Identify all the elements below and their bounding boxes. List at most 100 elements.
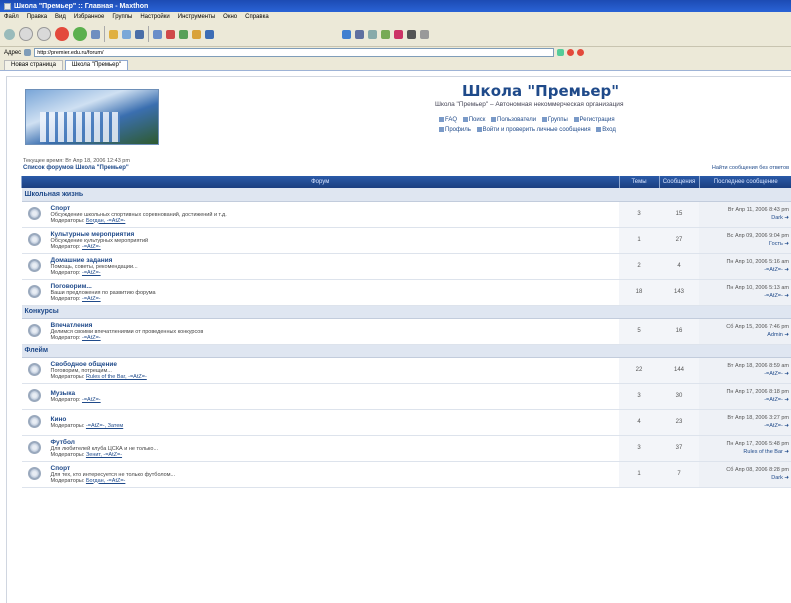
tab-school-premier[interactable]: Школа "Премьер" [64,60,128,70]
url-input[interactable]: http://premier.edu.ru/forum/ [34,48,555,57]
stop-icon[interactable] [55,27,69,41]
menu-file[interactable]: Файл [4,14,19,20]
goto-last-post-icon[interactable]: ➜ [784,293,789,299]
last-post-date: Пн Апр 17, 2006 8:18 pm [726,389,789,395]
color-icon[interactable] [394,29,403,39]
moderator-links[interactable]: -=AtZ=- [82,244,101,250]
forum-title-link[interactable]: Домашние задания [51,257,620,264]
moderator-links[interactable]: Богдан, -=AtZ=- [86,218,125,224]
moderator-links[interactable]: Rules of the Bar, -=AtZ=- [86,374,147,380]
last-post-user[interactable]: -=AtZ=- [764,267,783,273]
last-post-user[interactable]: Admin [767,332,783,338]
forum-folder-icon [28,284,41,298]
nav-members[interactable]: Пользователи [491,116,536,123]
category-row[interactable]: Флейм [21,344,791,358]
split-icon[interactable] [342,29,351,39]
menu-window[interactable]: Окно [223,14,237,20]
moderator-links[interactable]: -=AtZ=-, Затем [86,423,123,429]
last-post-user[interactable]: Rules of the Bar [743,449,782,455]
skin-icon[interactable] [166,29,175,39]
goto-last-post-icon[interactable]: ➜ [784,241,789,247]
search-engine-icon[interactable] [577,49,585,56]
options-icon[interactable] [420,29,429,39]
last-post-cell: Сб Апр 08, 2006 8:28 pm Dark ➜ [699,461,791,488]
forum-folder-icon [28,388,41,402]
menu-view[interactable]: Вид [55,14,66,20]
moderator-links[interactable]: -=AtZ=- [82,296,101,302]
tools-icon[interactable] [192,29,201,39]
back-icon[interactable] [19,27,33,41]
home-icon[interactable] [91,29,100,39]
favorites-icon[interactable] [109,29,118,39]
group-icon[interactable] [179,29,188,39]
menu-help[interactable]: Справка [245,14,269,20]
posts-count: 37 [659,435,699,462]
nav-groups[interactable]: Группы [541,116,568,123]
last-post-user[interactable]: -=AtZ=- [764,371,783,377]
tab-new-page[interactable]: Новая страница [4,60,63,70]
category-row[interactable]: Школьная жизнь [21,188,791,202]
zoom-icon[interactable] [368,29,377,39]
breadcrumb[interactable]: Список форумов Школа "Премьер" [23,165,129,171]
moderator-links[interactable]: Зенит, -=AtZ=- [86,452,122,458]
new-tab-icon[interactable] [4,28,15,40]
nav-faq[interactable]: FAQ [439,116,457,123]
unanswered-link[interactable]: Найти сообщения без ответов [712,165,789,171]
last-post-user[interactable]: -=AtZ=- [764,293,783,299]
moderator-links[interactable]: -=AtZ=- [82,335,101,341]
menu-edit[interactable]: Правка [27,14,47,20]
goto-last-post-icon[interactable]: ➜ [784,332,789,338]
nav-search[interactable]: Поиск [462,116,485,123]
goto-last-post-icon[interactable]: ➜ [784,267,789,273]
menu-groups[interactable]: Группы [112,14,132,20]
last-post-user[interactable]: Dark [771,215,783,221]
menu-favorites[interactable]: Избранное [74,14,104,20]
forum-title-link[interactable]: Кино [51,416,620,423]
cleaner-icon[interactable] [407,29,416,39]
print-icon[interactable] [135,29,144,39]
goto-last-post-icon[interactable]: ➜ [784,371,789,377]
history-icon[interactable] [122,29,131,39]
school-building-logo[interactable] [25,89,159,145]
groups-icon [541,116,547,122]
forum-title-link[interactable]: Музыка [51,390,620,397]
last-post-user[interactable]: -=AtZ=- [764,397,783,403]
last-post-user[interactable]: -=AtZ=- [764,423,783,429]
forum-moderators: Модераторы: Богдан, -=AtZ=- [51,218,620,224]
menu-settings[interactable]: Настройки [140,14,169,20]
nav-private-messages[interactable]: Войти и проверить личные сообщения [476,126,591,133]
mail-icon[interactable] [153,29,162,39]
nav-register[interactable]: Регистрация [573,116,615,123]
forum-title-link[interactable]: Спорт [51,205,620,212]
block-icon[interactable] [567,49,575,56]
forum-title-link[interactable]: Свободное общение [51,361,620,368]
window-icon[interactable] [355,29,364,39]
goto-last-post-icon[interactable]: ➜ [784,397,789,403]
web-icon[interactable] [205,29,214,39]
nav-login[interactable]: Вход [596,126,616,133]
forum-moderators: Модераторы: Rules of the Bar, -=AtZ=- [51,374,620,380]
forward-icon[interactable] [37,27,51,41]
category-row[interactable]: Конкурсы [21,305,791,319]
nav-profile[interactable]: Профиль [439,126,471,133]
goto-last-post-icon[interactable]: ➜ [784,215,789,221]
last-post-user[interactable]: Гость [769,241,783,247]
forum-title-link[interactable]: Футбол [51,439,620,446]
forum-title-link[interactable]: Спорт [51,465,620,472]
header-nav: FAQ Поиск Пользователи Группы Регистраци… [439,115,639,135]
go-icon[interactable] [557,49,565,56]
moderator-links[interactable]: Богдан, -=AtZ=- [86,478,125,484]
moderator-links[interactable]: -=AtZ=- [82,270,101,276]
plugin-icon[interactable] [381,29,390,39]
goto-last-post-icon[interactable]: ➜ [784,423,789,429]
forum-title-link[interactable]: Поговорим... [51,283,620,290]
last-post-date: Сб Апр 15, 2006 7:46 pm [726,324,789,330]
menu-tools[interactable]: Инструменты [178,14,215,20]
refresh-icon[interactable] [73,27,87,41]
goto-last-post-icon[interactable]: ➜ [784,475,789,481]
last-post-user[interactable]: Dark [771,475,783,481]
moderator-links[interactable]: -=AtZ=- [82,397,101,403]
goto-last-post-icon[interactable]: ➜ [784,449,789,455]
forum-title-link[interactable]: Впечатления [51,322,620,329]
forum-title-link[interactable]: Культурные мероприятия [51,231,620,238]
